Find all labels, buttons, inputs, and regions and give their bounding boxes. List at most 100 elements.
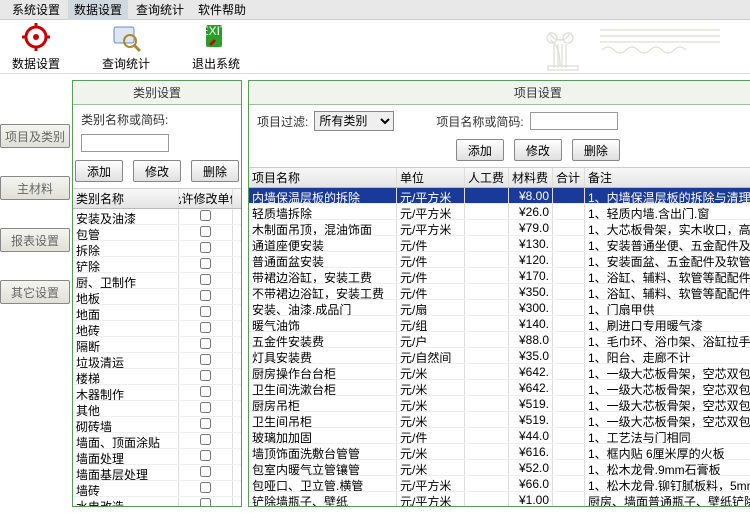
toolbar-data-settings[interactable]: 数据设置 [12,21,60,72]
material-cell: ¥140. [509,316,553,331]
project-name-cell: 内墙保温层板的拆除 [249,188,397,203]
category-name-cell: 拆除 [73,241,179,256]
category-row[interactable]: 厨、卫制作 [73,273,241,289]
category-row[interactable]: 墙面基层处理 [73,465,241,481]
project-row[interactable]: 灯具安装费元/自然间¥35.01、阳台、走廊不计 [249,348,750,364]
category-row[interactable]: 砌砖墙 [73,417,241,433]
category-grid[interactable]: 类别名称 允许修改单价 安装及油漆包管拆除铲除厨、卫制作地板地面地砖隔断垃圾清运… [73,188,241,506]
project-name-cell: 带裙边浴缸，安装工费 [249,268,397,283]
project-row[interactable]: 玻璃加加固元/件¥44.01、工艺法与门相同 [249,428,750,444]
menubar: 系统设置数据设置查询统计软件帮助 [0,0,750,20]
project-search-input[interactable] [530,112,618,130]
category-row[interactable]: 水电改造 [73,497,241,506]
allow-edit-checkbox[interactable] [200,482,211,493]
category-row[interactable]: 墙砖 [73,481,241,497]
project-row[interactable]: 包哑口、卫立管.横管元/平方米¥66.01、松木龙骨.铆钉腻板料，5mm 水泥压… [249,476,750,492]
allow-edit-checkbox[interactable] [200,322,211,333]
menu-0[interactable]: 系统设置 [6,0,66,20]
project-row[interactable]: 墙顶饰面洗敷台管管元/米¥616.1、框内贴 6厘米厚的火板 [249,444,750,460]
nav-materials[interactable]: 主材料 [0,176,70,200]
toolbar: 数据设置查询统计 EXIT退出系统 [0,20,750,74]
svg-text:EXIT: EXIT [201,24,228,38]
project-row[interactable]: 暖气油饰元/组¥140.1、刷进口专用暖气漆 [249,316,750,332]
category-row[interactable]: 木器制作 [73,385,241,401]
allow-edit-checkbox[interactable] [200,354,211,365]
labor-cell [465,284,509,299]
category-edit-button[interactable]: 修改 [133,160,181,182]
project-row[interactable]: 厨房操作台台柜元/米¥642.1、一级大芯板骨架，空芯双包门.PVC收 [249,364,750,380]
project-name-cell: 卫生间吊柜 [249,412,397,427]
category-row[interactable]: 铲除 [73,257,241,273]
remark-cell: 1、浴缸、辅料、软管等配配件均甲供 [585,284,750,299]
category-name-cell: 隔断 [73,337,179,352]
project-name-cell: 暖气油饰 [249,316,397,331]
project-row[interactable]: 安装、油漆.成品门元/扇¥300.1、门扇甲供 [249,300,750,316]
category-row[interactable]: 楼梯 [73,369,241,385]
allow-edit-checkbox[interactable] [200,338,211,349]
allow-edit-checkbox[interactable] [200,370,211,381]
labor-cell [465,412,509,427]
project-row[interactable]: 轻质墙拆除元/平方米¥26.01、轻质内墙.含出门.窗 [249,204,750,220]
menu-3[interactable]: 软件帮助 [192,0,252,20]
category-search-input[interactable] [81,134,169,152]
nav-project-category[interactable]: 项目及类别 [0,124,70,148]
allow-edit-checkbox[interactable] [200,258,211,269]
project-grid[interactable]: 项目名称 单位 人工费 材料费 合计 备注 内墙保温层板的拆除元/平方米¥8.0… [249,167,750,506]
project-row[interactable]: 卫生间吊柜元/米¥519.1、一级大芯板骨架，空芯双包门.PVC收 [249,412,750,428]
category-row[interactable]: 地面 [73,305,241,321]
allow-edit-checkbox[interactable] [200,290,211,301]
category-row[interactable]: 墙面、顶面涂贴 [73,433,241,449]
category-row[interactable]: 墙面处理 [73,449,241,465]
allow-edit-checkbox[interactable] [200,274,211,285]
project-row[interactable]: 通道座便安装元/件¥130.1、安装普通坐便、五金配件及软管 [249,236,750,252]
allow-edit-checkbox[interactable] [200,418,211,429]
category-row[interactable]: 包管 [73,225,241,241]
menu-2[interactable]: 查询统计 [130,0,190,20]
allow-edit-checkbox[interactable] [200,466,211,477]
total-cell [553,236,585,251]
allow-edit-checkbox[interactable] [200,226,211,237]
allow-edit-checkbox[interactable] [200,242,211,253]
allow-edit-checkbox[interactable] [200,498,211,506]
project-row[interactable]: 厨房吊柜元/米¥519.1、一级大芯板骨架，空芯双包门.PVC收 [249,396,750,412]
project-filter-select[interactable]: 所有类别 [314,111,394,131]
total-cell [553,332,585,347]
project-row[interactable]: 木制面吊顶，混油饰面元/平方米¥79.01、大芯板骨架，实木收口，高度小于 [249,220,750,236]
project-row[interactable]: 内墙保温层板的拆除元/平方米¥8.001、内墙保温层板的拆除与清理 [249,188,750,204]
category-row[interactable]: 安装及油漆 [73,209,241,225]
material-cell: ¥519. [509,396,553,411]
allow-edit-checkbox[interactable] [200,386,211,397]
category-row[interactable]: 拆除 [73,241,241,257]
category-row[interactable]: 其他 [73,401,241,417]
project-row[interactable]: 普通面盆安装元/件¥120.1、安装面盆、五金配件及软管等.单独 [249,252,750,268]
allow-edit-checkbox[interactable] [200,434,211,445]
allow-edit-checkbox[interactable] [200,306,211,317]
remark-cell: 1、安装普通坐便、五金配件及软管 [585,236,750,251]
toolbar-query-stats[interactable]: 查询统计 [102,21,150,72]
category-name-cell: 地板 [73,289,179,304]
toolbar-exit-system[interactable]: EXIT退出系统 [192,21,240,72]
project-add-button[interactable]: 添加 [456,139,504,161]
project-row[interactable]: 铲除墙瓶子、壁纸元/平方米¥1.00厨房、墙面普通瓶子、壁纸铲除 [249,492,750,506]
category-row[interactable]: 地板 [73,289,241,305]
category-delete-button[interactable]: 删除 [191,160,239,182]
category-add-button[interactable]: 添加 [75,160,123,182]
project-delete-button[interactable]: 删除 [572,139,620,161]
category-name-cell: 地面 [73,305,179,320]
nav-reports[interactable]: 报表设置 [0,228,70,252]
project-row[interactable]: 带裙边浴缸，安装工费元/件¥170.1、浴缸、辅料、软管等配配件均甲供 [249,268,750,284]
nav-other[interactable]: 其它设置 [0,280,70,304]
project-row[interactable]: 不带裙边浴缸，安装工费元/件¥350.1、浴缸、辅料、软管等配配件均甲供 [249,284,750,300]
project-row[interactable]: 五金件安装费元/户¥88.01、毛巾环、浴巾架、浴缸拉手、肥皂 [249,332,750,348]
category-row[interactable]: 隔断 [73,337,241,353]
project-row[interactable]: 包室内暖气立管镶管元/米¥52.01、松木龙骨.9mm石膏板 [249,460,750,476]
allow-edit-checkbox[interactable] [200,450,211,461]
allow-edit-checkbox[interactable] [200,402,211,413]
category-row[interactable]: 垃圾清运 [73,353,241,369]
project-edit-button[interactable]: 修改 [514,139,562,161]
category-row[interactable]: 地砖 [73,321,241,337]
menu-1[interactable]: 数据设置 [68,0,128,20]
project-row[interactable]: 卫生间洗漱台柜元/米¥642.1、一级大芯板骨架，空芯双包门.PVC收 [249,380,750,396]
allow-edit-checkbox[interactable] [200,210,211,221]
category-search-label: 类别名称或简码: [81,111,168,128]
